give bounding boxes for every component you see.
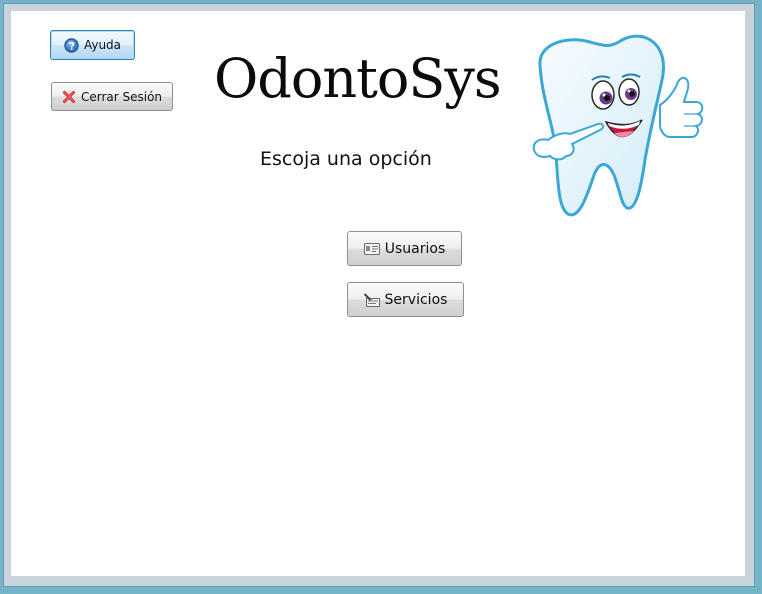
services-button-label: Servicios xyxy=(384,291,448,308)
logout-button[interactable]: Cerrar Sesión xyxy=(51,82,173,111)
users-button-label: Usuarios xyxy=(384,240,446,257)
help-icon xyxy=(64,37,79,53)
help-button[interactable]: Ayuda xyxy=(50,30,135,60)
app-title: OdontoSys xyxy=(214,47,502,110)
help-button-label: Ayuda xyxy=(83,38,122,52)
users-button[interactable]: Usuarios xyxy=(347,231,462,266)
page-subtitle: Escoja una opción xyxy=(260,148,432,170)
close-icon xyxy=(62,90,76,104)
pen-document-icon xyxy=(363,292,380,307)
logout-button-label: Cerrar Sesión xyxy=(80,89,163,104)
services-button[interactable]: Servicios xyxy=(347,282,464,317)
id-card-icon xyxy=(363,242,380,255)
tooth-mascot-image xyxy=(510,30,710,225)
